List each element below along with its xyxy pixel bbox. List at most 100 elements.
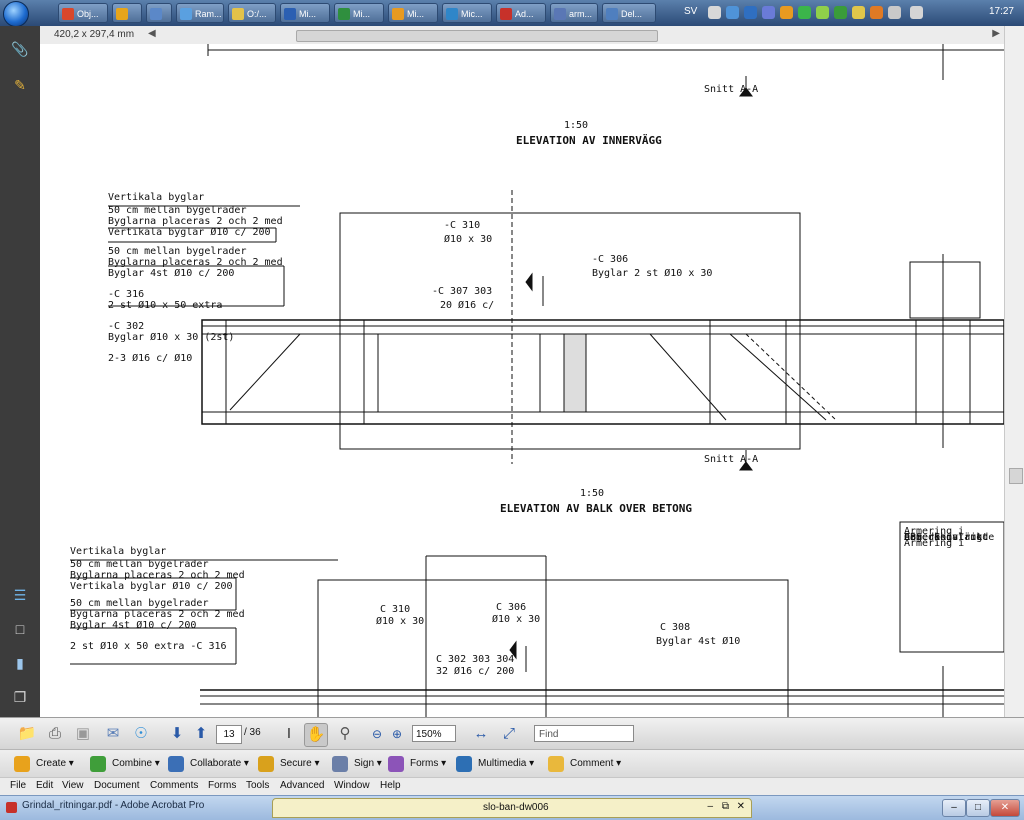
menu-advanced[interactable]: Advanced <box>280 780 324 791</box>
document-page[interactable]: Snitt A-A 1:50 ELEVATION AV INNERVÄGG Ve… <box>40 44 1004 717</box>
notes-a: Vertikala byglar 50 cm mellan bygelrader… <box>108 192 283 364</box>
menu-tools[interactable]: Tools <box>246 780 269 791</box>
task-button-multimedia[interactable]: Multimedia ▾ <box>456 754 534 774</box>
taskbar-item[interactable]: Obj... <box>58 3 108 23</box>
sync-icon[interactable] <box>798 6 811 19</box>
dropdown-arrow-icon: ▾ <box>66 758 74 769</box>
task-button-collaborate[interactable]: Collaborate ▾ <box>168 754 249 774</box>
next-page-icon[interactable]: ⬆ <box>190 723 212 745</box>
task-button-sign[interactable]: Sign ▾ <box>332 754 382 774</box>
taskbar-item[interactable]: Mi... <box>334 3 384 23</box>
task-button-combine[interactable]: Combine ▾ <box>90 754 160 774</box>
taskbar-item[interactable]: O:/... <box>228 3 276 23</box>
minimize-button[interactable]: – <box>942 799 966 817</box>
web-icon[interactable]: ☉ <box>130 723 152 745</box>
menu-file[interactable]: File <box>10 780 26 791</box>
network-icon[interactable] <box>708 6 721 19</box>
taskbar-item-label: Mi... <box>407 9 424 19</box>
email-icon[interactable]: ✉ <box>102 723 124 745</box>
bookmarks-icon[interactable]: ▮ <box>11 654 29 672</box>
marquee-zoom-icon[interactable]: ⚲ <box>334 723 356 745</box>
menu-window[interactable]: Window <box>334 780 370 791</box>
flag-icon[interactable] <box>870 6 883 19</box>
close-button[interactable]: ✕ <box>990 799 1020 817</box>
model-tree-icon[interactable]: ☰ <box>11 586 29 604</box>
menu-view[interactable]: View <box>62 780 84 791</box>
taskbar-item[interactable]: Ad... <box>496 3 546 23</box>
attachment-icon[interactable]: 📎 <box>11 40 29 58</box>
taskbar-item[interactable]: Ram... <box>176 3 224 23</box>
info-icon[interactable] <box>744 6 757 19</box>
taskbar-item-label: Del... <box>621 9 643 19</box>
sign-icon <box>332 756 348 772</box>
menu-help[interactable]: Help <box>380 780 401 791</box>
volume-icon[interactable] <box>888 6 901 19</box>
shield-icon[interactable] <box>726 6 739 19</box>
taskbar-item[interactable]: Del... <box>602 3 656 23</box>
open-folder-icon[interactable]: 📁 <box>16 723 38 745</box>
multimedia-icon <box>456 756 472 772</box>
label-a-3: -C 306 <box>592 254 629 265</box>
taskbar-item[interactable]: Mi... <box>280 3 330 23</box>
label-b-8: 32 Ø16 c/ 200 <box>436 666 515 677</box>
zoom-level-select[interactable]: 150% <box>412 725 456 742</box>
menu-document[interactable]: Document <box>94 780 140 791</box>
task-button-secure[interactable]: Secure ▾ <box>258 754 320 774</box>
speaker-icon[interactable] <box>910 6 923 19</box>
print-icon[interactable]: ⎙ <box>44 723 66 745</box>
arrow-icon[interactable] <box>834 6 847 19</box>
find-input[interactable]: Find <box>534 725 634 742</box>
scroll-left-icon[interactable]: ◀ <box>148 28 156 39</box>
taskbar-item-label: Mi... <box>299 9 316 19</box>
label-b-7: C 302 303 304 <box>436 654 515 665</box>
pages-edit-icon[interactable]: □ <box>11 620 29 638</box>
taskbar-item[interactable] <box>112 3 142 23</box>
clock[interactable]: 17:27 <box>989 6 1014 17</box>
fit-page-icon[interactable]: ⤢ <box>498 723 520 745</box>
task-button-comment[interactable]: Comment ▾ <box>548 754 621 774</box>
forms-icon <box>388 756 404 772</box>
menu-edit[interactable]: Edit <box>36 780 53 791</box>
menu-comments[interactable]: Comments <box>150 780 198 791</box>
zoom-in-icon[interactable]: ⊕ <box>386 723 408 745</box>
task-button-forms[interactable]: Forms ▾ <box>388 754 446 774</box>
vertical-scrollbar[interactable] <box>1004 26 1024 717</box>
previous-page-icon[interactable]: ⬇ <box>166 723 188 745</box>
office-icon[interactable] <box>780 6 793 19</box>
dropdown-arrow-icon: ▾ <box>613 758 622 769</box>
taskbar-item[interactable]: Mic... <box>442 3 492 23</box>
dropdown-arrow-icon: ▾ <box>152 758 160 769</box>
hand-tool-icon[interactable]: ✋ <box>304 723 328 747</box>
app-icon <box>284 8 296 20</box>
zoom-out-icon[interactable]: ⊖ <box>366 723 388 745</box>
start-button[interactable] <box>3 1 29 27</box>
select-text-icon[interactable]: I <box>278 723 300 745</box>
battery-icon[interactable] <box>816 6 829 19</box>
task-button-create[interactable]: Create ▾ <box>14 754 74 774</box>
dropdown-arrow-icon: ▾ <box>241 758 249 769</box>
elevation-a-scale: 1:50 <box>564 120 589 131</box>
document-tab[interactable]: slo-ban-dw006 – ⧉ ✕ <box>272 798 752 818</box>
page-thumbnails-icon[interactable]: ❐ <box>11 688 29 706</box>
grid-icon[interactable] <box>762 6 775 19</box>
doc-restore-icon[interactable]: ⧉ <box>722 801 729 812</box>
save-icon[interactable]: ▣ <box>72 723 94 745</box>
package-icon[interactable] <box>852 6 865 19</box>
label-a-4: Byglar 2 st Ø10 x 30 <box>592 268 713 279</box>
taskbar-item[interactable]: arm... <box>550 3 598 23</box>
page-number-input[interactable]: 13 <box>216 725 242 744</box>
horizontal-scrollbar[interactable] <box>296 30 658 42</box>
taskbar-item[interactable]: Mi... <box>388 3 438 23</box>
dropdown-arrow-icon: ▾ <box>311 758 320 769</box>
scroll-right-icon[interactable]: ▶ <box>992 28 1000 39</box>
menu-forms[interactable]: Forms <box>208 780 236 791</box>
vertical-scroll-thumb[interactable] <box>1009 468 1023 484</box>
language-indicator[interactable]: SV <box>684 6 697 17</box>
fit-width-icon[interactable]: ↔ <box>470 723 492 745</box>
signature-icon[interactable]: ✎ <box>11 76 29 94</box>
doc-minimize-icon[interactable]: – <box>707 801 713 812</box>
maximize-button[interactable]: □ <box>966 799 990 817</box>
doc-close-icon[interactable]: ✕ <box>737 801 745 812</box>
taskbar-item[interactable] <box>146 3 172 23</box>
label-b-3: C 306 <box>496 602 527 613</box>
